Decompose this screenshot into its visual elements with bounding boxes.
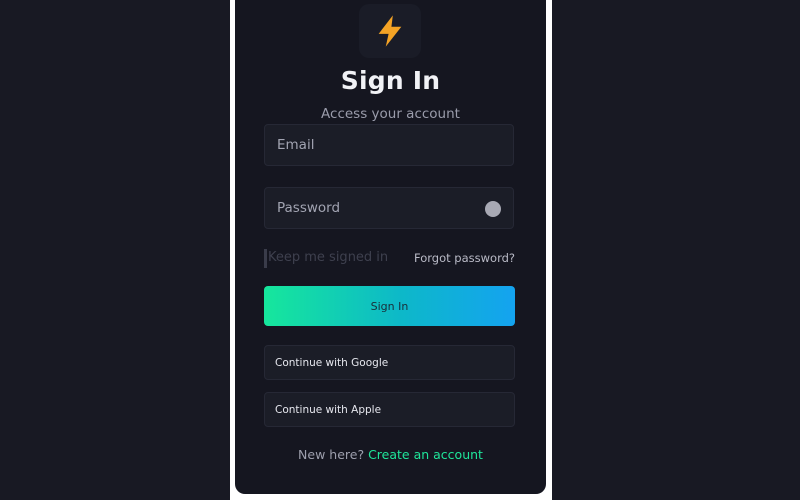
signup-prompt-row: New here? Create an account — [235, 447, 546, 462]
email-field[interactable] — [264, 124, 514, 166]
page-title: Sign In — [340, 66, 441, 95]
page-background: Sign In Access your account Keep me sign… — [0, 0, 800, 500]
remember-row: Keep me signed in Forgot password? — [264, 248, 515, 268]
remember-label[interactable]: Keep me signed in — [268, 250, 388, 265]
logo-badge — [359, 4, 421, 58]
remember-checkbox[interactable] — [264, 249, 267, 268]
signup-prompt: New here? — [298, 447, 365, 462]
forgot-password-link[interactable]: Forgot password? — [414, 251, 515, 265]
password-input[interactable] — [265, 188, 513, 228]
eye-toggle-icon[interactable] — [485, 201, 501, 217]
create-account-link[interactable]: Create an account — [368, 447, 483, 462]
page-subtitle: Access your account — [321, 106, 460, 122]
lightning-bolt-icon — [378, 15, 402, 47]
email-input[interactable] — [265, 125, 513, 165]
password-field[interactable] — [264, 187, 514, 229]
sign-in-button[interactable]: Sign In — [264, 286, 515, 326]
continue-with-apple-button[interactable]: Continue with Apple — [264, 392, 515, 427]
continue-with-google-button[interactable]: Continue with Google — [264, 345, 515, 380]
